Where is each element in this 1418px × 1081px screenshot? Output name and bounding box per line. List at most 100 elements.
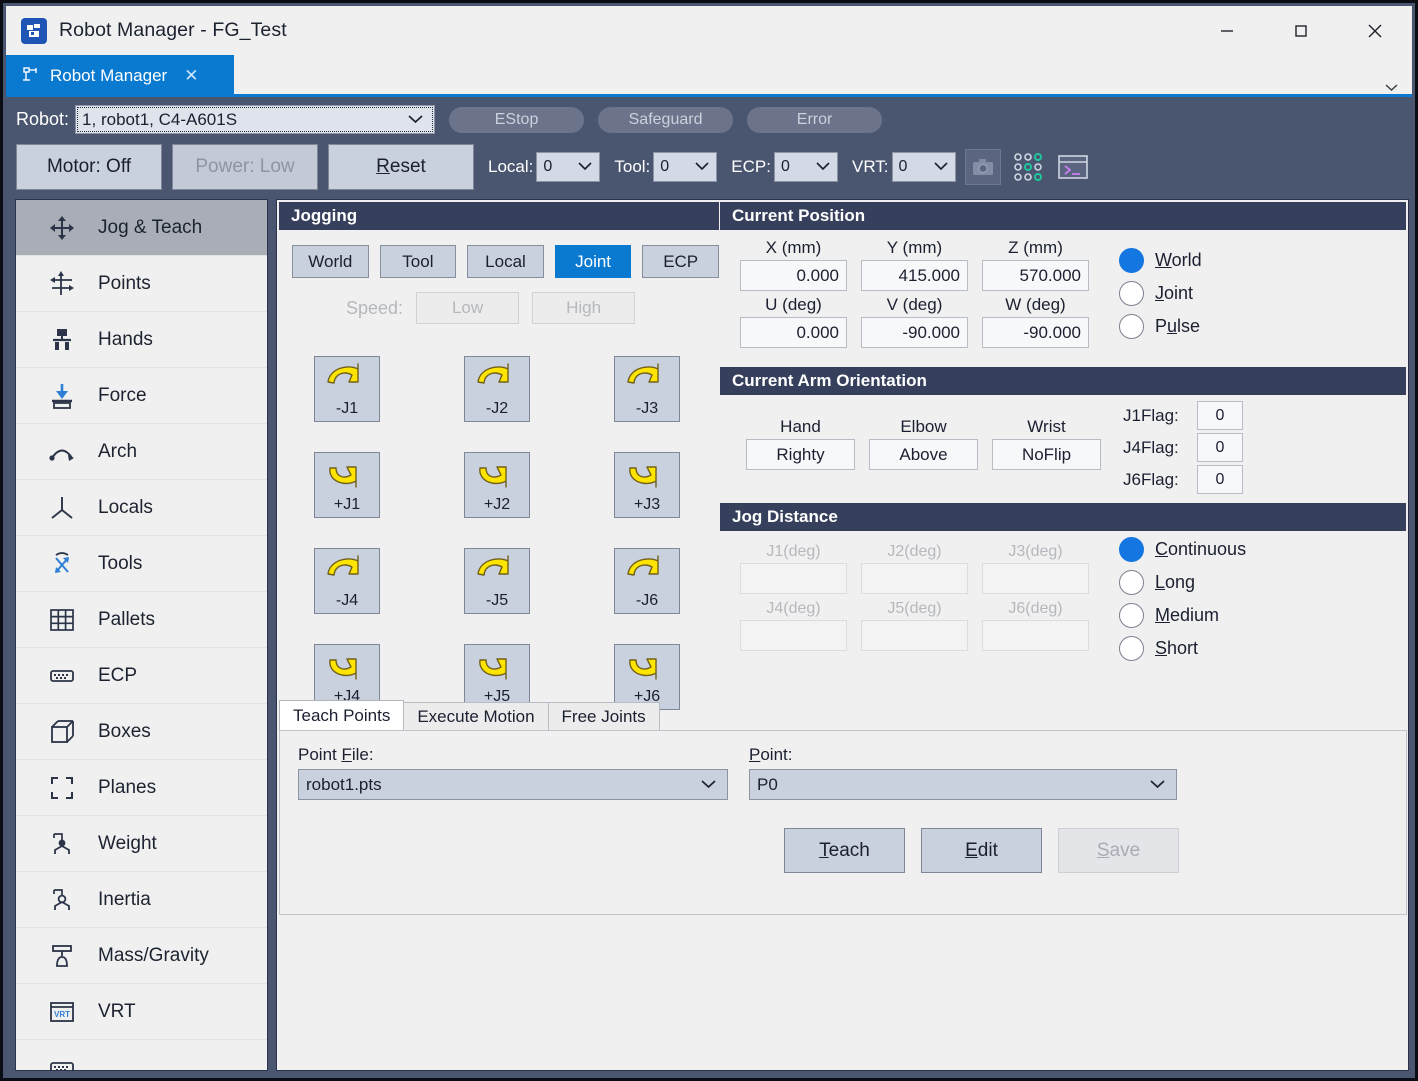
bottom-tab-free-joints[interactable]: Free Joints <box>548 702 660 731</box>
jog-mode-buttons[interactable]: World Tool Local Joint ECP <box>279 230 719 278</box>
local-select[interactable]: 0 <box>536 152 600 182</box>
ecp-label: ECP: <box>731 157 771 177</box>
jog-button-plusminus-j3[interactable]: +J3 <box>614 452 680 518</box>
bottom-tab-row[interactable]: Teach PointsExecute MotionFree Joints <box>279 700 1407 731</box>
point-select[interactable]: P0 <box>749 769 1177 800</box>
flag-j6-value[interactable]: 0 <box>1197 465 1243 494</box>
jog-button-minus-j5[interactable]: -J5 <box>464 548 530 614</box>
edit-button[interactable]: Edit <box>921 828 1042 873</box>
flag-j4-value[interactable]: 0 <box>1197 433 1243 462</box>
flag-j1-value[interactable]: 0 <box>1197 401 1243 430</box>
bottom-tab-execute-motion[interactable]: Execute Motion <box>403 702 548 731</box>
sidebar-item-vrt[interactable]: VRTVRT <box>16 984 267 1040</box>
radio-pulse[interactable]: Pulse <box>1119 314 1202 339</box>
field-v-value[interactable]: -90.000 <box>861 317 968 348</box>
field-x-value[interactable]: 0.000 <box>740 260 847 291</box>
radio-continuous[interactable]: Continuous <box>1119 537 1246 562</box>
robot-manager-window: Robot Manager - FG_Test <box>0 0 1418 1081</box>
field-wrist-value[interactable]: NoFlip <box>992 439 1101 470</box>
jog-button-label: +J2 <box>484 496 510 514</box>
sidebar-item-arch[interactable]: Arch <box>16 424 267 480</box>
sidebar-item-planes[interactable]: Planes <box>16 760 267 816</box>
field-w-value[interactable]: -90.000 <box>982 317 1089 348</box>
jog-button-plusminus-j1[interactable]: +J1 <box>314 452 380 518</box>
jd-j6-input[interactable] <box>982 620 1089 651</box>
radio-short[interactable]: Short <box>1119 636 1246 661</box>
jd-j3-input[interactable] <box>982 563 1089 594</box>
navigation-sidebar[interactable]: Jog & TeachPointsHands Force Arch Locals Too… <box>15 199 268 1071</box>
radio-medium[interactable]: Medium <box>1119 603 1246 628</box>
jog-mode-tool[interactable]: Tool <box>380 245 457 278</box>
sidebar-item-inertia[interactable]: Inertia <box>16 872 267 928</box>
tab-close-icon[interactable]: ✕ <box>184 66 198 86</box>
ecp-select[interactable]: 0 <box>774 152 838 182</box>
jd-j4-input[interactable] <box>740 620 847 651</box>
sidebar-item-boxes[interactable]: Boxes <box>16 704 267 760</box>
jog-mode-label: Tool <box>402 252 433 272</box>
sidebar-item-label: Locals <box>98 497 153 519</box>
position-mode-radios[interactable]: World Joint Pulse <box>1089 234 1202 363</box>
jog-button-grid[interactable]: -J1 -J2 -J3 +J1 +J2 +J3 -J4 -J5 -J6 +J4 … <box>314 356 764 740</box>
sidebar-item-tools[interactable]: Tools <box>16 536 267 592</box>
sidebar-item-mass-gravity[interactable]: Mass/Gravity <box>16 928 267 984</box>
radio-world[interactable]: World <box>1119 248 1202 273</box>
sidebar-item-label: Inertia <box>98 889 151 911</box>
tab-robot-manager[interactable]: Robot Manager ✕ <box>6 55 234 97</box>
point-value: P0 <box>757 775 778 795</box>
field-x-label: X (mm) <box>740 238 847 258</box>
jd-j1-input[interactable] <box>740 563 847 594</box>
point-file-select[interactable]: robot1.pts <box>298 769 728 800</box>
teach-button[interactable]: Teach <box>784 828 905 873</box>
jog-mode-world[interactable]: World <box>292 245 369 278</box>
field-u-value[interactable]: 0.000 <box>740 317 847 348</box>
motor-button[interactable]: Motor: Off <box>16 144 162 190</box>
sidebar-item-force[interactable]: Force <box>16 368 267 424</box>
close-button[interactable] <box>1338 6 1412 55</box>
sidebar-item-ecp[interactable]: ECP <box>16 648 267 704</box>
io-monitor-icon[interactable] <box>1010 149 1046 185</box>
field-y: Y (mm) 415.000 <box>861 238 968 291</box>
bottom-tab-teach-points[interactable]: Teach Points <box>279 700 404 731</box>
sidebar-item-locals[interactable]: Locals <box>16 480 267 536</box>
jog-mode-ecp[interactable]: ECP <box>642 245 719 278</box>
radio-joint[interactable]: Joint <box>1119 281 1202 306</box>
vrt-select[interactable]: 0 <box>892 152 956 182</box>
jog-button-minus-j1[interactable]: -J1 <box>314 356 380 422</box>
jog-button-plusminus-j2[interactable]: +J2 <box>464 452 530 518</box>
field-z-value[interactable]: 570.000 <box>982 260 1089 291</box>
jog-mode-joint[interactable]: Joint <box>555 245 632 278</box>
jog-button-minus-j3[interactable]: -J3 <box>614 356 680 422</box>
tab-overflow-chevron-down-icon[interactable] <box>1370 55 1412 97</box>
maximize-button[interactable] <box>1264 6 1338 55</box>
tool-value: 0 <box>660 158 669 176</box>
jd-j5-input[interactable] <box>861 620 968 651</box>
sidebar-item-label: Force <box>98 385 147 407</box>
jog-button-minus-j2[interactable]: -J2 <box>464 356 530 422</box>
sidebar-item-partial[interactable] <box>16 1040 267 1071</box>
sidebar-item-hands[interactable]: Hands <box>16 312 267 368</box>
vrt-selector-group: VRT: 0 <box>852 152 956 182</box>
sidebar-item-jog-teach[interactable]: Jog & Teach <box>16 200 267 256</box>
reset-button[interactable]: Reset <box>328 144 474 190</box>
field-w-label: W (deg) <box>982 295 1089 315</box>
jd-j2-input[interactable] <box>861 563 968 594</box>
field-y-value[interactable]: 415.000 <box>861 260 968 291</box>
jog-mode-local[interactable]: Local <box>467 245 544 278</box>
robot-select[interactable]: 1, robot1, C4-A601S <box>75 105 435 134</box>
jog-mode-label: World <box>308 252 352 272</box>
field-hand-value[interactable]: Righty <box>746 439 855 470</box>
jog-button-minus-j4[interactable]: -J4 <box>314 548 380 614</box>
command-window-icon[interactable] <box>1055 149 1091 185</box>
field-elbow-value[interactable]: Above <box>869 439 978 470</box>
sidebar-item-points[interactable]: Points <box>16 256 267 312</box>
local-value: 0 <box>543 158 552 176</box>
radio-long[interactable]: Long <box>1119 570 1246 595</box>
jog-distance-radios[interactable]: Continuous Long Medium Short <box>1089 531 1246 682</box>
jd-j5: J5(deg) <box>861 600 968 651</box>
minimize-button[interactable] <box>1190 6 1264 55</box>
camera-icon[interactable] <box>965 149 1001 185</box>
jog-button-minus-j6[interactable]: -J6 <box>614 548 680 614</box>
tool-select[interactable]: 0 <box>653 152 717 182</box>
sidebar-item-weight[interactable]: Weight <box>16 816 267 872</box>
sidebar-item-pallets[interactable]: Pallets <box>16 592 267 648</box>
